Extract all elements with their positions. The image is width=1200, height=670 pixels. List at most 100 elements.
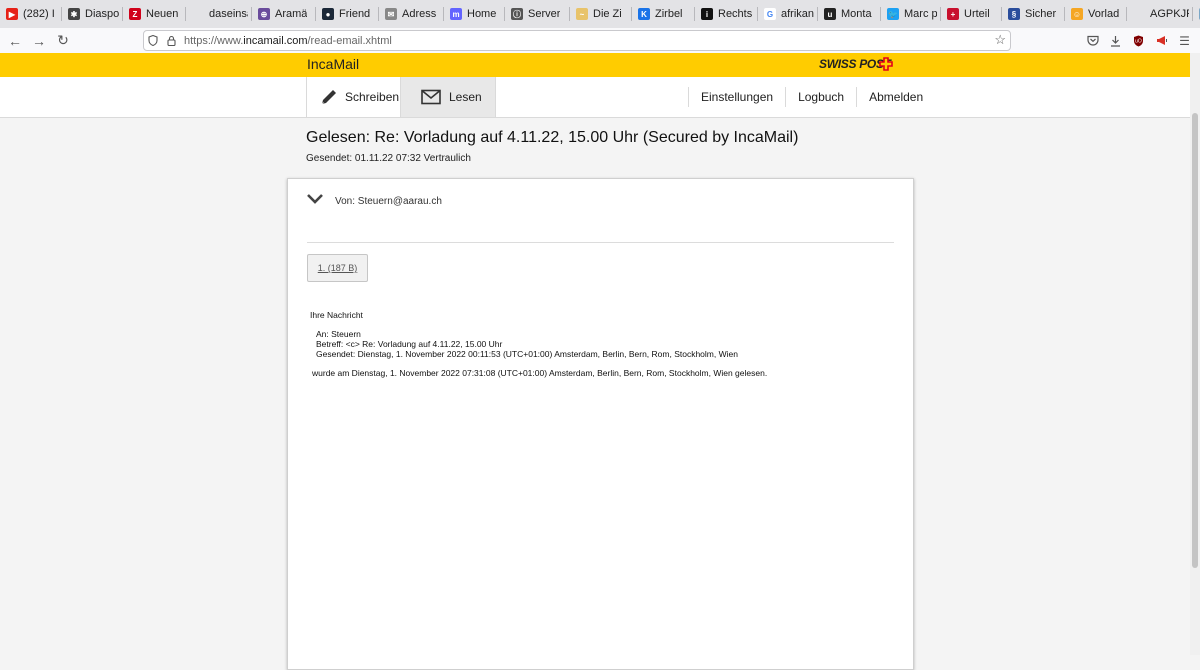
tab-label: Aramä — [275, 8, 308, 20]
toolbar-icons: uO ☰ — [1081, 28, 1200, 53]
tab-favicon-icon: ✉ — [385, 8, 397, 20]
browser-tab[interactable]: ~ Die Zi — [570, 0, 632, 28]
tab-favicon-icon — [192, 8, 204, 20]
compose-label: Schreiben — [345, 90, 400, 104]
lock-icon[interactable] — [162, 35, 180, 46]
divider — [307, 242, 894, 243]
log-link[interactable]: Logbuch — [785, 87, 856, 107]
browser-tab[interactable]: § Sicher — [1002, 0, 1065, 28]
body-intro: Ihre Nachricht — [310, 310, 363, 320]
reload-icon[interactable]: ↻ — [51, 30, 75, 52]
tab-favicon-icon: ● — [322, 8, 334, 20]
sender: Von: Steuern@aarau.ch — [335, 196, 442, 207]
tab-label: Sicher — [1025, 8, 1057, 20]
url-bar[interactable]: https://www.incamail.com/read-email.xhtm… — [143, 30, 1011, 51]
browser-tab[interactable]: ⚙"The d — [1193, 0, 1200, 28]
tab-favicon-icon: G — [764, 8, 776, 20]
tab-favicon-icon: 🐦 — [887, 8, 899, 20]
tab-label: Urteil — [964, 8, 990, 20]
browser-tab[interactable]: K Zirbel — [632, 0, 695, 28]
page-title: Gelesen: Re: Vorladung auf 4.11.22, 15.0… — [306, 129, 799, 146]
browser-tab[interactable]: ● Friend — [316, 0, 379, 28]
url-domain: incamail.com — [243, 34, 308, 47]
tab-label: Diaspo — [85, 8, 119, 20]
tab-label: Monta — [841, 8, 872, 20]
browser-tab[interactable]: ☺ Vorlad — [1065, 0, 1127, 28]
body-sent: Gesendet: Dienstag, 1. November 2022 00:… — [316, 349, 738, 359]
tab-favicon-icon: ⓘ — [511, 8, 523, 20]
tab-label: Vorlad — [1088, 8, 1120, 20]
browser-tab[interactable]: daseinsan — [186, 0, 252, 28]
tab-label: Server — [528, 8, 561, 20]
browser-tab[interactable]: Gafrikan — [758, 0, 818, 28]
back-icon[interactable]: ← — [3, 30, 27, 52]
tab-label: daseinsan — [209, 8, 248, 20]
browser-tab[interactable]: 🐦 Marc p — [881, 0, 941, 28]
incamail-header: IncaMail SWISS POST — [0, 53, 1200, 77]
tab-label: Die Zi — [593, 8, 622, 20]
tab-favicon-icon: + — [947, 8, 959, 20]
browser-tab[interactable]: ⓘ Server — [505, 0, 570, 28]
page-scrollbar[interactable] — [1190, 53, 1200, 655]
browser-tab[interactable]: m Home — [444, 0, 505, 28]
chevron-down-icon[interactable] — [306, 193, 324, 205]
forward-icon[interactable]: → — [27, 30, 51, 52]
settings-link[interactable]: Einstellungen — [688, 87, 785, 107]
compose-tab[interactable]: Schreiben — [306, 77, 401, 117]
tab-favicon-icon: ~ — [576, 8, 588, 20]
tab-favicon-icon: Z — [129, 8, 141, 20]
pocket-icon[interactable] — [1081, 30, 1104, 52]
main-menu-bar: Schreiben Lesen Einstellungen Logbuch Ab… — [0, 77, 1200, 118]
tab-label: Friend — [339, 8, 371, 20]
tab-label: Rechts — [718, 8, 753, 20]
tab-label: (282) I — [23, 8, 55, 20]
url-prefix: https://www. — [184, 34, 244, 47]
browser-tab[interactable]: ▶ (282) I — [0, 0, 62, 28]
tab-label: Neuen — [146, 8, 179, 20]
brand-title: IncaMail — [307, 56, 360, 72]
attachment-button[interactable]: 1. (187 B) — [307, 254, 368, 282]
tab-favicon-icon: § — [1008, 8, 1020, 20]
browser-tab[interactable]: ⊕ Aramä — [252, 0, 316, 28]
tab-label: AGPKJP - — [1150, 8, 1189, 20]
body-subject: Betreff: <c> Re: Vorladung auf 4.11.22, … — [316, 339, 503, 349]
shield-icon[interactable] — [144, 35, 162, 46]
menu-icon[interactable]: ☰ — [1173, 30, 1196, 52]
tab-label: Marc p — [904, 8, 937, 20]
svg-text:uO: uO — [1135, 38, 1142, 44]
tab-favicon-icon: m — [450, 8, 462, 20]
tab-favicon-icon: u — [824, 8, 836, 20]
browser-tab[interactable]: ✱ Diaspo — [62, 0, 123, 28]
pencil-icon — [319, 87, 339, 107]
browser-tab[interactable]: AGPKJP - — [1127, 0, 1193, 28]
tab-favicon-icon: ✱ — [68, 8, 80, 20]
browser-tab[interactable]: ✉ Adress — [379, 0, 444, 28]
url-path: /read-email.xhtml — [307, 34, 392, 47]
browser-tab[interactable]: Z Neuen — [123, 0, 186, 28]
download-icon[interactable] — [1104, 30, 1127, 52]
url-text[interactable]: https://www.incamail.com/read-email.xhtm… — [184, 35, 392, 47]
logout-link[interactable]: Abmelden — [856, 87, 935, 107]
ublock-icon[interactable]: uO — [1127, 30, 1150, 52]
account-menu: Einstellungen Logbuch Abmelden — [688, 77, 935, 117]
bookmark-star-icon[interactable]: ☆ — [994, 32, 1006, 48]
browser-tab[interactable]: i Rechts — [695, 0, 758, 28]
tab-favicon-icon: ⊕ — [258, 8, 270, 20]
tab-favicon-icon — [1133, 8, 1145, 20]
browser-nav-bar: ← → ↻ https://www.incamail.com/read-emai… — [0, 28, 1200, 54]
envelope-icon — [421, 89, 441, 105]
tab-favicon-icon: ☺ — [1071, 8, 1083, 20]
megaphone-icon[interactable] — [1150, 30, 1173, 52]
browser-tab[interactable]: u Monta — [818, 0, 881, 28]
tab-label: Zirbel — [655, 8, 683, 20]
sent-info: Gesendet: 01.11.22 07:32 Vertraulich — [306, 153, 471, 164]
browser-tab-bar: ▶ (282) I ✱ Diaspo Z Neuen daseinsan ⊕ Aramä ● Fri… — [0, 0, 1200, 28]
tab-favicon-icon: ▶ — [6, 8, 18, 20]
body-to: An: Steuern — [316, 329, 361, 339]
read-tab[interactable]: Lesen — [400, 77, 496, 117]
tab-label: Adress — [402, 8, 437, 20]
tab-label: afrikan — [781, 8, 814, 20]
browser-tab[interactable]: + Urteil — [941, 0, 1002, 28]
scrollbar-thumb[interactable] — [1192, 113, 1198, 568]
tab-favicon-icon: K — [638, 8, 650, 20]
